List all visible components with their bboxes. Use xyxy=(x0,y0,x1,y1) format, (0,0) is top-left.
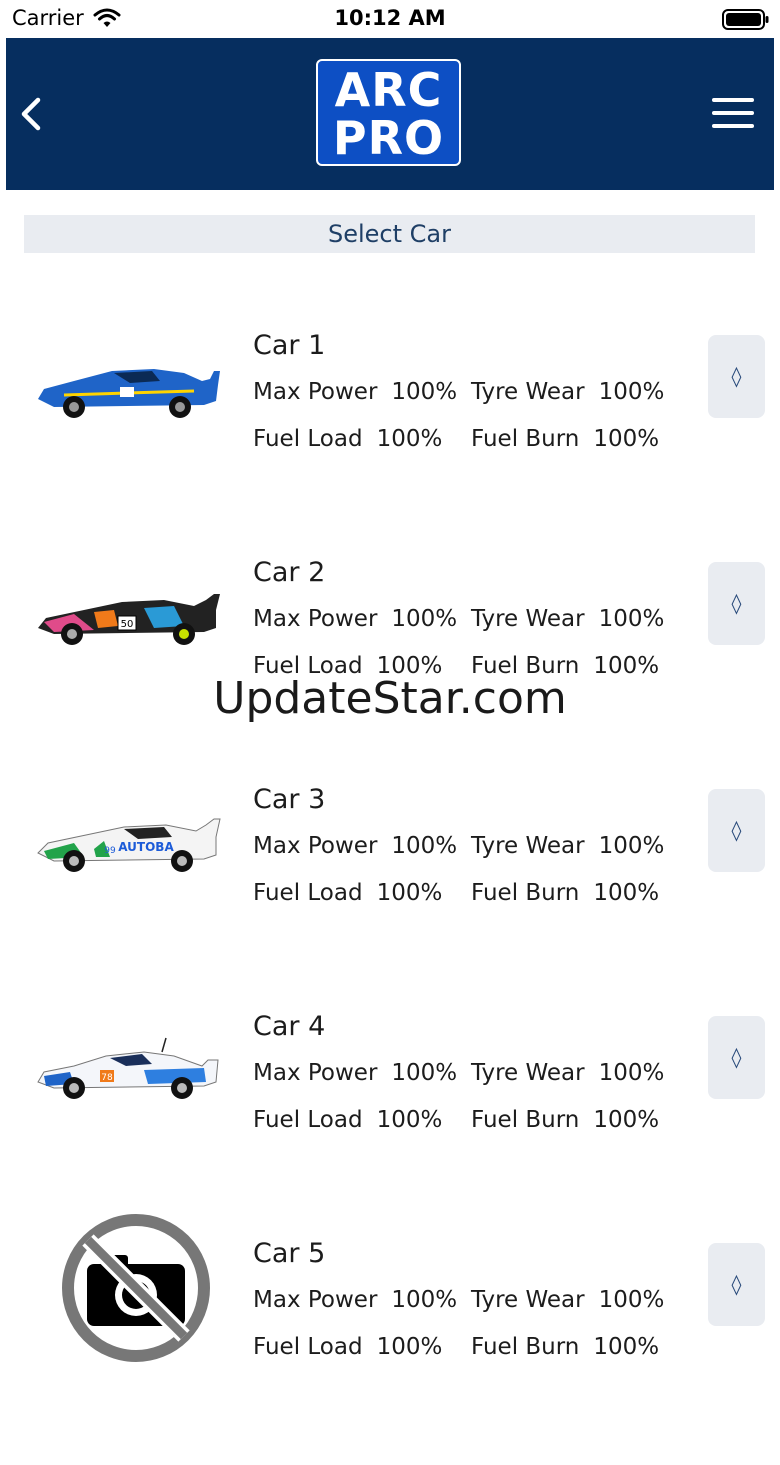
clock: 10:12 AM xyxy=(334,6,446,30)
status-bar: Carrier 10:12 AM xyxy=(0,0,780,38)
car-1-select-button[interactable]: ◊ xyxy=(708,335,765,418)
max-power-label: Max Power xyxy=(253,606,378,632)
car-4-title: Car 4 xyxy=(253,1011,326,1042)
car-5-select-button[interactable]: ◊ xyxy=(708,1243,765,1326)
tyre-wear-value: 100% xyxy=(598,1060,665,1086)
fuel-burn-value: 100% xyxy=(593,1334,660,1360)
fuel-load-value: 100% xyxy=(376,426,443,452)
fuel-burn-value: 100% xyxy=(593,1107,660,1133)
car-4-number: 78 xyxy=(101,1073,113,1083)
max-power-label: Max Power xyxy=(253,379,378,405)
chevron-left-icon xyxy=(21,97,41,131)
tyre-wear-label: Tyre Wear xyxy=(471,1287,585,1313)
max-power-label: Max Power xyxy=(253,1287,378,1313)
back-button[interactable] xyxy=(14,94,50,134)
car-list-item: Car 1 Max Power 100% Tyre Wear 100% Fuel L… xyxy=(0,330,780,557)
car-2-title: Car 2 xyxy=(253,557,326,588)
car-3-title: Car 3 xyxy=(253,784,326,815)
car-1-image xyxy=(38,369,220,418)
fuel-load-value: 100% xyxy=(376,1334,443,1360)
fuel-burn-value: 100% xyxy=(593,880,660,906)
max-power-stat: Max Power 100% xyxy=(253,379,457,405)
max-power-stat: Max Power 100% xyxy=(253,1060,457,1086)
car-list-item: 50 Car 2 Max Power 100% Tyre Wear 100% Fue… xyxy=(0,557,780,784)
tyre-wear-stat: Tyre Wear 100% xyxy=(471,1287,664,1313)
tyre-wear-label: Tyre Wear xyxy=(471,1060,585,1086)
tyre-wear-stat: Tyre Wear 100% xyxy=(471,606,664,632)
fuel-load-stat: Fuel Load 100% xyxy=(253,426,442,452)
fuel-load-label: Fuel Load xyxy=(253,1334,363,1360)
fuel-load-label: Fuel Load xyxy=(253,426,363,452)
tyre-wear-label: Tyre Wear xyxy=(471,606,585,632)
fuel-burn-label: Fuel Burn xyxy=(471,1334,580,1360)
car-3-sponsor-text: AUTOBA xyxy=(118,840,174,854)
max-power-value: 100% xyxy=(391,1060,458,1086)
max-power-stat: Max Power 100% xyxy=(253,1287,457,1313)
max-power-label: Max Power xyxy=(253,1060,378,1086)
fuel-burn-stat: Fuel Burn 100% xyxy=(471,1107,659,1133)
nav-bar: ARC PRO xyxy=(6,38,774,190)
fuel-load-stat: Fuel Load 100% xyxy=(253,880,442,906)
car-4-select-button[interactable]: ◊ xyxy=(708,1016,765,1099)
tyre-wear-value: 100% xyxy=(598,606,665,632)
car-5-title: Car 5 xyxy=(253,1238,326,1269)
tyre-wear-stat: Tyre Wear 100% xyxy=(471,1060,664,1086)
fuel-load-label: Fuel Load xyxy=(253,1107,363,1133)
fuel-load-stat: Fuel Load 100% xyxy=(253,1334,442,1360)
max-power-label: Max Power xyxy=(253,833,378,859)
fuel-burn-label: Fuel Burn xyxy=(471,1107,580,1133)
car-3-image: AUTOBA 99 xyxy=(37,818,221,872)
fuel-burn-value: 100% xyxy=(593,426,660,452)
car-1-title: Car 1 xyxy=(253,330,326,361)
max-power-value: 100% xyxy=(391,606,458,632)
car-2-select-button[interactable]: ◊ xyxy=(708,562,765,645)
car-list-item: AUTOBA 99 Car 3 Max Power 100% Tyre Wear 1… xyxy=(0,784,780,1011)
arc-pro-logo: ARC PRO xyxy=(316,59,461,166)
logo-text-pro: PRO xyxy=(332,111,445,165)
max-power-value: 100% xyxy=(391,1287,458,1313)
watermark: UpdateStar.com xyxy=(213,673,567,724)
max-power-stat: Max Power 100% xyxy=(253,833,457,859)
car-3-number: 99 xyxy=(104,846,116,856)
car-2-image: 50 xyxy=(38,594,220,645)
fuel-load-value: 100% xyxy=(376,1107,443,1133)
tyre-wear-stat: Tyre Wear 100% xyxy=(471,379,664,405)
tyre-wear-value: 100% xyxy=(598,1287,665,1313)
car-3-select-button[interactable]: ◊ xyxy=(708,789,765,872)
fuel-load-stat: Fuel Load 100% xyxy=(253,1107,442,1133)
tyre-wear-label: Tyre Wear xyxy=(471,833,585,859)
fuel-burn-stat: Fuel Burn 100% xyxy=(471,426,659,452)
fuel-burn-stat: Fuel Burn 100% xyxy=(471,1334,659,1360)
car-list-item: 78 Car 4 Max Power 100% Tyre Wear 100% Fue… xyxy=(0,1011,780,1238)
tyre-wear-value: 100% xyxy=(598,379,665,405)
hamburger-menu-button[interactable] xyxy=(712,96,756,130)
hamburger-menu-icon-bar-top xyxy=(712,98,754,102)
car-list-item: Car 5 Max Power 100% Tyre Wear 100% Fuel L… xyxy=(0,1214,780,1465)
hamburger-menu-icon-bar-bottom xyxy=(712,124,754,128)
fuel-load-value: 100% xyxy=(376,880,443,906)
car-2-number: 50 xyxy=(121,619,134,630)
max-power-value: 100% xyxy=(391,833,458,859)
fuel-burn-label: Fuel Burn xyxy=(471,880,580,906)
select-car-header: Select Car xyxy=(24,215,755,253)
max-power-value: 100% xyxy=(391,379,458,405)
battery-icon xyxy=(722,9,769,30)
hamburger-menu-icon-bar-middle xyxy=(712,111,754,115)
logo-text-arc: ARC xyxy=(334,63,443,117)
no-photo-icon xyxy=(62,1214,210,1362)
tyre-wear-value: 100% xyxy=(598,833,665,859)
car-4-image: 78 xyxy=(37,1037,219,1099)
max-power-stat: Max Power 100% xyxy=(253,606,457,632)
tyre-wear-label: Tyre Wear xyxy=(471,379,585,405)
fuel-burn-label: Fuel Burn xyxy=(471,426,580,452)
fuel-burn-stat: Fuel Burn 100% xyxy=(471,880,659,906)
tyre-wear-stat: Tyre Wear 100% xyxy=(471,833,664,859)
fuel-load-label: Fuel Load xyxy=(253,880,363,906)
